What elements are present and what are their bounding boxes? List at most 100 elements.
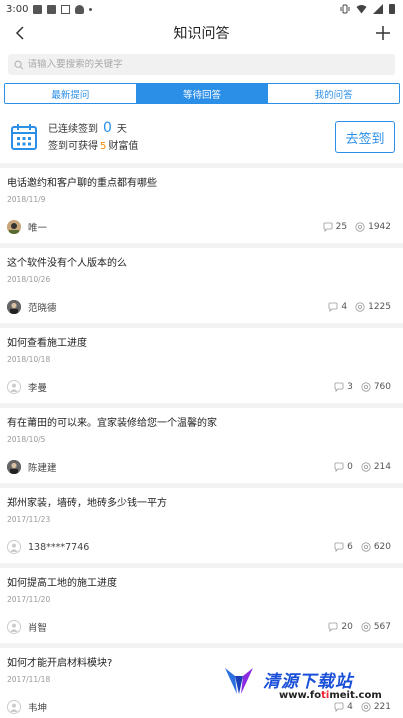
comment-count-stat: 25 [323, 222, 347, 232]
question-item[interactable]: 郑州家装，墙砖，地砖多少钱一平方 2017/11/23 138****7746 … [0, 488, 403, 568]
author-name[interactable]: 唯一 [28, 220, 315, 234]
close-box-notification-icon [61, 4, 71, 14]
eye-icon [361, 542, 371, 552]
question-item[interactable]: 如何查看施工进度 2018/10/18 李曼 3 760 [0, 328, 403, 408]
status-bar: 3:00 [0, 0, 403, 18]
battery-icon [389, 4, 395, 14]
signin-button[interactable]: 去签到 [335, 121, 395, 153]
chevron-left-icon [15, 26, 24, 40]
signin-days-count: 0 [103, 119, 112, 136]
question-item[interactable]: 如何才能开启材料模块? 2017/11/18 韦坤 4 221 [0, 648, 403, 718]
question-item[interactable]: 有在莆田的可以来。宜家装修给您一个温馨的家 2018/10/5 陈建建 0 21… [0, 408, 403, 488]
comment-icon [334, 542, 344, 552]
question-date: 2018/10/5 [7, 435, 46, 444]
question-title[interactable]: 如何提高工地的施工进度 [7, 568, 391, 591]
avatar[interactable] [7, 540, 21, 554]
nav-bar: 知识问答 [0, 18, 403, 48]
view-count-stat: 214 [361, 462, 391, 472]
question-date: 2017/11/23 [7, 515, 51, 524]
status-time: 3:00 [6, 3, 29, 15]
eye-icon [361, 382, 371, 392]
avatar[interactable] [7, 460, 21, 474]
question-meta: 韦坤 4 221 [7, 700, 391, 714]
avatar[interactable] [7, 220, 21, 234]
view-count: 567 [373, 622, 391, 632]
add-question-button[interactable] [373, 23, 393, 43]
signin-reward-unit: 财富值 [108, 140, 139, 152]
signin-panel: 已连续签到 0 天 签到可获得 5 财富值 去签到 [0, 111, 403, 163]
avatar[interactable] [7, 300, 21, 314]
question-tabs: 最新提问 等待回答 我的问答 [4, 83, 400, 104]
question-title[interactable]: 如何才能开启材料模块? [7, 648, 391, 671]
vibrate-icon [340, 4, 350, 14]
author-name[interactable]: 韦坤 [28, 700, 326, 714]
wifi-icon [356, 5, 367, 14]
comment-count: 6 [347, 542, 353, 552]
page-title: 知识问答 [173, 26, 230, 42]
question-item[interactable]: 电话邀约和客户聊的重点都有哪些 2018/11/9 唯一 25 1942 [0, 168, 403, 248]
author-name[interactable]: 肖智 [28, 620, 320, 634]
question-meta: 唯一 25 1942 [7, 220, 391, 234]
question-date: 2018/10/18 [7, 355, 51, 364]
search-icon [14, 60, 24, 69]
search-bar[interactable] [8, 54, 395, 75]
signin-reward-value: 5 [100, 140, 107, 152]
question-title[interactable]: 郑州家装，墙砖，地砖多少钱一平方 [7, 488, 391, 511]
avatar[interactable] [7, 700, 21, 714]
view-count: 760 [373, 382, 391, 392]
author-name[interactable]: 李曼 [28, 380, 326, 394]
comment-count: 3 [347, 382, 353, 392]
view-count: 620 [373, 542, 391, 552]
author-name[interactable]: 138****7746 [28, 542, 326, 553]
author-name[interactable]: 范晓德 [28, 300, 320, 314]
question-title[interactable]: 电话邀约和客户聊的重点都有哪些 [7, 168, 391, 191]
question-item[interactable]: 这个软件没有个人版本的么 2018/10/26 范晓德 4 1225 [0, 248, 403, 328]
avatar[interactable] [7, 620, 21, 634]
eye-icon [361, 462, 371, 472]
question-date: 2018/10/26 [7, 275, 51, 284]
avatar[interactable] [7, 380, 21, 394]
tab-latest-questions[interactable]: 最新提问 [5, 84, 136, 103]
comment-icon [323, 222, 333, 232]
question-title[interactable]: 如何查看施工进度 [7, 328, 391, 351]
bug-notification-icon [75, 4, 85, 14]
signin-info: 已连续签到 0 天 签到可获得 5 财富值 [48, 120, 335, 155]
question-title[interactable]: 有在莆田的可以来。宜家装修给您一个温馨的家 [7, 408, 391, 431]
gallery-notification-icon [33, 4, 43, 14]
signin-streak-line: 已连续签到 0 天 [48, 120, 335, 138]
comment-count-stat: 4 [328, 302, 347, 312]
comment-count: 4 [341, 302, 348, 312]
comment-icon [328, 622, 338, 632]
question-date: 2018/11/9 [7, 195, 46, 204]
view-count: 1942 [368, 222, 391, 232]
comment-icon [328, 302, 338, 312]
author-name[interactable]: 陈建建 [28, 460, 326, 474]
comment-count: 0 [347, 462, 353, 472]
comment-count-stat: 3 [334, 382, 353, 392]
view-count: 1225 [368, 302, 391, 312]
eye-icon [355, 222, 365, 232]
comment-count-stat: 4 [334, 702, 353, 712]
comment-count: 20 [341, 622, 353, 632]
question-title[interactable]: 这个软件没有个人版本的么 [7, 248, 391, 271]
calendar-icon [11, 124, 37, 150]
question-item[interactable]: 如何提高工地的施工进度 2017/11/20 肖智 20 567 [0, 568, 403, 648]
search-input[interactable] [27, 59, 389, 70]
tab-my-qa[interactable]: 我的问答 [267, 84, 399, 103]
comment-count-stat: 20 [328, 622, 353, 632]
question-date: 2017/11/20 [7, 595, 51, 604]
back-button[interactable] [10, 23, 30, 43]
comment-icon [334, 382, 344, 392]
signin-days-unit: 天 [116, 123, 127, 135]
eye-icon [355, 302, 365, 312]
comment-icon [334, 462, 344, 472]
view-count-stat: 1942 [355, 222, 391, 232]
comment-count-stat: 6 [334, 542, 353, 552]
app-notification-icon [47, 4, 57, 14]
signin-streak-label: 已连续签到 [48, 123, 98, 135]
more-notifications-icon [89, 7, 93, 11]
comment-icon [334, 702, 344, 712]
signal-icon [373, 4, 383, 14]
question-meta: 138****7746 6 620 [7, 540, 391, 554]
tab-awaiting-answers[interactable]: 等待回答 [135, 84, 268, 103]
